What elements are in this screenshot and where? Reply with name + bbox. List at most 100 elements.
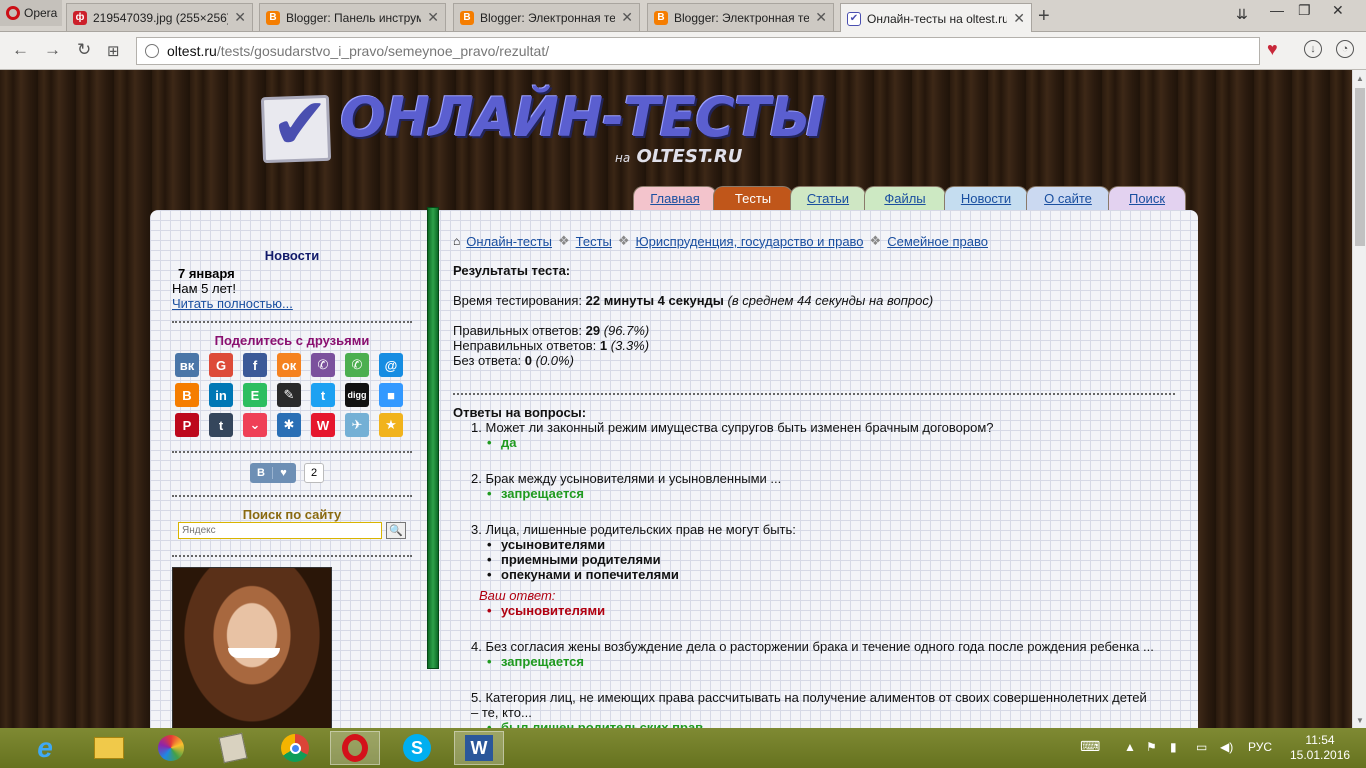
- flag-icon[interactable]: ⚑: [1146, 740, 1157, 754]
- opera-logo-icon: [6, 6, 20, 20]
- file-explorer-icon[interactable]: [84, 731, 134, 765]
- google-icon[interactable]: G: [209, 353, 233, 377]
- logo-checkmark-icon[interactable]: ✔: [260, 84, 332, 164]
- speed-dial-icon[interactable]: ⊞: [107, 42, 120, 60]
- surfingbird-icon[interactable]: ✈: [345, 413, 369, 437]
- nav-tab-files[interactable]: Файлы: [864, 186, 946, 210]
- browser-tab-5-active[interactable]: ✔ Онлайн-тесты на oltest.ru ✕: [840, 3, 1032, 33]
- option-text: опекунами и попечителями: [501, 567, 679, 582]
- word-icon[interactable]: W: [454, 731, 504, 765]
- vk-icon[interactable]: вк: [175, 353, 199, 377]
- site-logo-title[interactable]: ОНЛАЙН-ТЕСТЫ: [340, 86, 826, 149]
- keyboard-icon[interactable]: ⌨: [1080, 738, 1100, 755]
- battery-icon[interactable]: ▭: [1196, 740, 1207, 754]
- tab-close-icon[interactable]: ✕: [815, 9, 827, 26]
- search-button[interactable]: 🔍: [386, 522, 406, 539]
- picasa-icon[interactable]: [146, 731, 196, 765]
- moimir-icon[interactable]: @: [379, 353, 403, 377]
- news-text: Нам 5 лет!: [172, 281, 236, 296]
- question-number: 4.: [471, 639, 482, 654]
- scrollbar-thumb[interactable]: [1355, 88, 1365, 246]
- logo-sub-prefix: на: [615, 151, 631, 165]
- tab-close-icon[interactable]: ✕: [621, 9, 633, 26]
- opera-menu-button[interactable]: Opera: [0, 0, 62, 26]
- breadcrumb-item[interactable]: Семейное право: [887, 234, 988, 249]
- browser-tab-3[interactable]: B Blogger: Электронная тет ✕: [453, 3, 640, 31]
- url-field[interactable]: oltest.ru/tests/gosudarstvo_i_pravo/seme…: [136, 37, 1260, 65]
- ie-icon[interactable]: e: [20, 731, 70, 765]
- keyboard-language[interactable]: РУС: [1248, 740, 1272, 754]
- digg-icon[interactable]: digg: [345, 383, 369, 407]
- question-text: Может ли законный режим имущества супруг…: [485, 420, 994, 435]
- tab-close-icon[interactable]: ✕: [234, 9, 246, 26]
- linkedin-icon[interactable]: in: [209, 383, 233, 407]
- chrome-icon[interactable]: [270, 731, 320, 765]
- answer-option: • опекунами и попечителями: [487, 567, 679, 582]
- download-icon[interactable]: ↓: [1304, 40, 1322, 58]
- system-clock[interactable]: 11:54 15.01.2016: [1290, 733, 1350, 763]
- time-label: Время тестирования:: [453, 293, 583, 308]
- breadcrumb-item[interactable]: Тесты: [576, 234, 612, 249]
- forward-icon[interactable]: →: [44, 40, 61, 60]
- divider: [172, 451, 412, 453]
- nav-tab-news[interactable]: Новости: [944, 186, 1028, 210]
- tab-close-icon[interactable]: ✕: [1013, 10, 1025, 27]
- browser-tab-1[interactable]: ф 219547039.jpg (255×256) ✕: [66, 3, 253, 31]
- delicious-icon[interactable]: ■: [379, 383, 403, 407]
- new-tab-icon[interactable]: +: [1038, 5, 1050, 28]
- news-read-more-link[interactable]: Читать полностью...: [172, 296, 293, 311]
- weibo-icon[interactable]: W: [311, 413, 335, 437]
- restore-icon[interactable]: ❐: [1298, 2, 1311, 19]
- facebook-icon[interactable]: f: [243, 353, 267, 377]
- wrong-row: Неправильных ответов: 1 (3.3%): [453, 338, 649, 353]
- opera-taskbar-icon[interactable]: [330, 731, 380, 765]
- odnoklassniki-icon[interactable]: ок: [277, 353, 301, 377]
- pinterest-icon[interactable]: P: [175, 413, 199, 437]
- divider: [172, 495, 412, 497]
- viber-icon[interactable]: ✆: [311, 353, 335, 377]
- liveinternet-icon[interactable]: ✱: [277, 413, 301, 437]
- bookmark-heart-icon[interactable]: ♥: [1267, 39, 1278, 60]
- site-logo-subtitle: на OLTEST.RU: [615, 146, 742, 167]
- share-heading: Поделитесь с друзьями: [214, 333, 370, 348]
- site-search-input[interactable]: [178, 522, 382, 539]
- whatsapp-icon[interactable]: ✆: [345, 353, 369, 377]
- nav-tab-articles[interactable]: Статьи: [790, 186, 866, 210]
- pocket-icon[interactable]: ⌄: [243, 413, 267, 437]
- tab-close-icon[interactable]: ✕: [427, 9, 439, 26]
- url-domain: oltest.ru: [167, 43, 217, 59]
- archive-app-icon[interactable]: [208, 731, 258, 765]
- livejournal-icon[interactable]: ✎: [277, 383, 301, 407]
- volume-icon[interactable]: ◀): [1220, 740, 1233, 754]
- page-scrollbar[interactable]: ▲ ▼: [1352, 70, 1366, 728]
- tumblr-icon[interactable]: t: [209, 413, 233, 437]
- tray-expand-icon[interactable]: ▲: [1124, 740, 1136, 754]
- nav-tab-tests[interactable]: Тесты: [713, 186, 793, 210]
- nav-tab-home[interactable]: Главная: [633, 186, 717, 210]
- minimize-icon[interactable]: —: [1270, 2, 1284, 18]
- breadcrumb-item[interactable]: Юриспруденция, государство и право: [636, 234, 864, 249]
- nav-tab-about[interactable]: О сайте: [1026, 186, 1110, 210]
- breadcrumb-item[interactable]: Онлайн-тесты: [466, 234, 552, 249]
- back-icon[interactable]: ←: [12, 40, 29, 60]
- blogger-icon[interactable]: B: [175, 383, 199, 407]
- reload-icon[interactable]: ↻: [77, 40, 91, 60]
- browser-tab-2[interactable]: B Blogger: Панель инструм ✕: [259, 3, 446, 31]
- scroll-down-icon[interactable]: ▼: [1356, 716, 1364, 725]
- bookmarks-icon[interactable]: ★: [379, 413, 403, 437]
- browser-tab-4[interactable]: B Blogger: Электронная тет ✕: [647, 3, 834, 31]
- site-info-icon[interactable]: [145, 44, 159, 58]
- network-icon[interactable]: ▮: [1170, 740, 1177, 754]
- skype-icon[interactable]: S: [392, 731, 442, 765]
- vk-like-button[interactable]: В ♥: [250, 463, 296, 483]
- sidebar-photo[interactable]: [172, 567, 332, 728]
- opera-turbo-icon[interactable]: ◔: [1336, 40, 1354, 58]
- close-window-icon[interactable]: ✕: [1332, 2, 1344, 19]
- evernote-icon[interactable]: E: [243, 383, 267, 407]
- twitter-icon[interactable]: t: [311, 383, 335, 407]
- answer-text: усыновителями: [501, 603, 606, 618]
- scroll-up-icon[interactable]: ▲: [1356, 74, 1364, 83]
- no-answer-label: Без ответа:: [453, 353, 522, 368]
- nav-tab-search[interactable]: Поиск: [1108, 186, 1186, 210]
- tab-menu-icon[interactable]: ⇊: [1236, 6, 1248, 23]
